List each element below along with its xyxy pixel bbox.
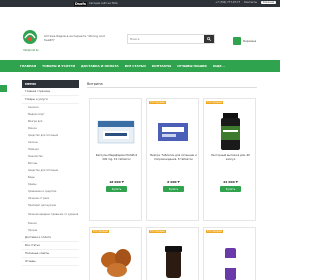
whatsapp-button[interactable] (0, 85, 7, 92)
badge-top-sales: Топ продаж (149, 101, 167, 104)
brand-logo[interactable]: Dsofs (74, 1, 87, 6)
sidebar-item[interactable]: Все статьи (22, 242, 79, 250)
sidebar: МЕНЮ Главная страница Товары и услуги Се… (22, 80, 79, 280)
section-title: Витрина (87, 80, 257, 88)
search-icon (207, 37, 211, 41)
buy-button[interactable]: Купить (106, 186, 127, 192)
product-card[interactable]: Капсулы Медифарма Modafinil 200 mg, 10 т… (89, 98, 142, 221)
sidebar-subitem[interactable]: Разное (22, 125, 79, 132)
product-price: 22 000 ₸ (223, 180, 238, 184)
sidebar-item[interactable]: Полезные советы (22, 250, 79, 258)
sidebar-title: МЕНЮ (22, 80, 79, 88)
nav-item-products[interactable]: ТОВАРЫ И УСЛУГИ (42, 64, 75, 68)
buy-button[interactable]: Купить (163, 186, 184, 192)
header-cart[interactable]: Корзина (233, 37, 256, 45)
sidebar-subitem[interactable]: Знакомство (22, 153, 79, 160)
sidebar-subitem[interactable]: Кремы (22, 181, 79, 188)
product-price: 18 000 ₸ (109, 180, 124, 184)
sidebar-subitem[interactable]: Разное (22, 220, 79, 227)
buy-button[interactable]: Купить (220, 186, 241, 192)
nav-item-home[interactable]: ГЛАВНАЯ (20, 64, 36, 68)
product-price: 8 000 ₸ (167, 180, 180, 184)
badge-top-sales: Топ продаж (206, 101, 224, 104)
product-card[interactable]: Топ продаж Лесторный вытяжка для, 60 кап… (203, 98, 256, 221)
cart-label: Корзина (243, 39, 257, 43)
sidebar-subitem[interactable]: Вагоны (22, 160, 79, 167)
sidebar-item[interactable]: Товары и услуги (22, 96, 79, 104)
contacts-link[interactable]: Контакты (244, 1, 257, 4)
brand[interactable]: Dsofs Сегодня сайт на Tilda (74, 1, 118, 6)
product-image[interactable] (209, 111, 252, 151)
sidebar-subitem[interactable]: Виагра для (22, 118, 79, 125)
sidebar-subitem[interactable]: Средство для потенции (22, 132, 79, 139)
logo-icon[interactable] (20, 28, 40, 48)
search-button[interactable] (204, 35, 214, 43)
product-title[interactable]: Виагра. Таблетки для потенции и Сопровож… (150, 154, 197, 161)
top-bar: Dsofs Сегодня сайт на Tilda +7 (700) 777… (0, 0, 280, 7)
product-card[interactable]: Топ продаж (203, 227, 256, 280)
sidebar-subitem[interactable]: Лечение от рака (22, 195, 79, 202)
search-box (127, 34, 215, 44)
sidebar-subitem[interactable]: Сравнение и средства (22, 188, 79, 195)
nav-item-reviews[interactable]: ОТЗЫВЫ НАШИХ (177, 64, 207, 68)
product-title[interactable]: Лесторный вытяжка для, 60 капсул (207, 154, 254, 161)
sidebar-subitem[interactable]: Медико-Сорт (22, 111, 79, 118)
search-input[interactable] (128, 35, 204, 43)
nav-item-contacts[interactable]: КОНТАКТЫ (152, 64, 172, 68)
product-image[interactable] (152, 240, 195, 280)
sidebar-item[interactable]: Отзывы (22, 258, 79, 266)
product-card[interactable]: Топ продаж (89, 227, 142, 280)
main-nav: ГЛАВНАЯ ТОВАРЫ И УСЛУГИ ДОСТАВКА И ОПЛАТ… (0, 60, 280, 72)
sidebar-subitem[interactable]: Новинки (22, 146, 79, 153)
phone-text[interactable]: +7 (700) 777-07-77 (215, 1, 240, 4)
section-title-text: Витрина (87, 81, 103, 86)
badge-top-sales: Топ продаж (206, 230, 224, 233)
product-image[interactable] (95, 240, 138, 280)
sidebar-subitem[interactable]: Лечение вредных привычек от курения (22, 209, 79, 220)
brand-subtitle: Сегодня сайт на Tilda (89, 2, 118, 5)
badge-top-sales: Топ продаж (92, 230, 110, 233)
sidebar-subitem[interactable]: Прочее (22, 227, 79, 234)
sidebar-subitem[interactable]: Салоны (22, 139, 79, 146)
cart-icon (233, 37, 241, 45)
sidebar-item[interactable]: Главная страница (22, 88, 79, 96)
product-image[interactable] (95, 111, 138, 151)
nav-item-more[interactable]: ОЩЕ... (213, 64, 225, 68)
product-title[interactable]: Капсулы Медифарма Modafinil 200 mg, 10 т… (93, 154, 140, 161)
topbar-cart-button[interactable]: Корзина (260, 1, 276, 4)
product-image[interactable] (209, 240, 252, 280)
header: Medprost.kz Аптека-бадов в интернете "st… (0, 7, 280, 60)
product-card[interactable]: Топ продаж Виагра. Таблетки для потенции… (146, 98, 199, 221)
topbar-right: +7 (700) 777-07-77 Контакты Корзина (215, 1, 276, 4)
sidebar-subitem[interactable]: Препарат для мужчин (22, 202, 79, 209)
nav-item-articles[interactable]: ВСЕ СТАТЬИ (125, 64, 146, 68)
sidebar-subitem[interactable]: Бады (22, 174, 79, 181)
product-card[interactable]: Топ продаж (146, 227, 199, 280)
nav-item-delivery[interactable]: ДОСТАВКА И ОПЛАТА (81, 64, 119, 68)
product-image[interactable] (152, 111, 195, 151)
main-content: Витрина (87, 80, 257, 88)
tagline: Аптека-бадов в интернете "strong and hea… (44, 34, 105, 42)
badge-top-sales: Топ продаж (149, 230, 167, 233)
sidebar-item[interactable]: Доставка и оплата (22, 234, 79, 242)
logo-text: Medprost.kz (23, 49, 39, 52)
sidebar-subitem[interactable]: Средство для потенции (22, 167, 79, 174)
sidebar-subitem[interactable]: Сенокон (22, 104, 79, 111)
